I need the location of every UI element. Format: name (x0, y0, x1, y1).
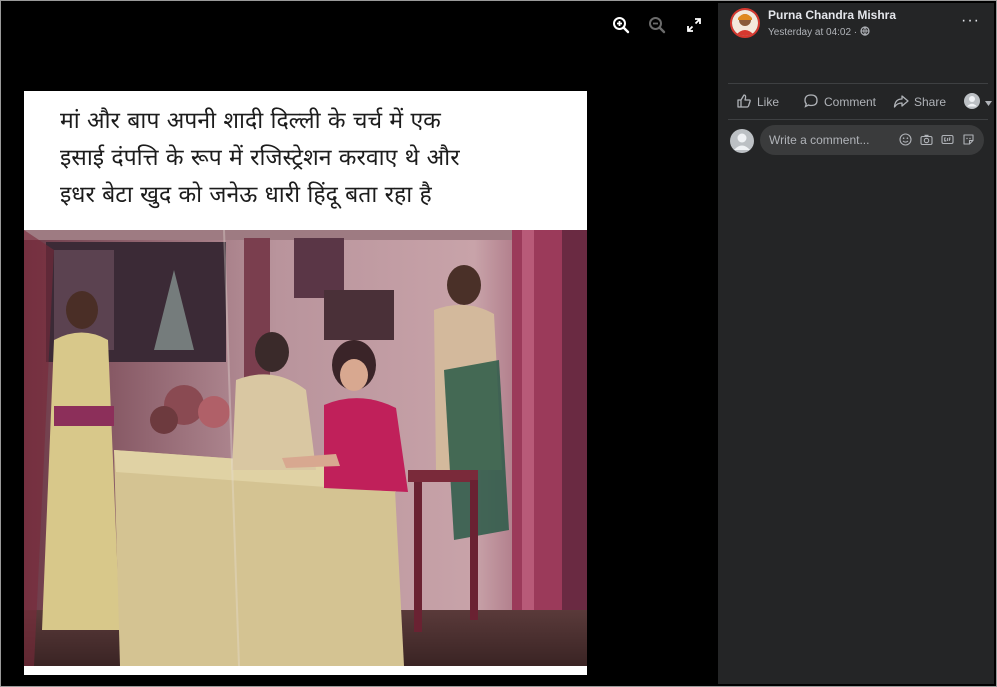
screenshot-frame: मां और बाप अपनी शादी दिल्ली के चर्च में … (0, 0, 997, 687)
author-avatar[interactable] (730, 8, 760, 38)
caption-line: इधर बेटा खुद को जनेऊ धारी हिंदू बता रहा … (60, 182, 432, 208)
comment-composer (718, 125, 994, 159)
zoom-in-icon[interactable] (609, 13, 633, 37)
like-label: Like (757, 95, 780, 109)
globe-icon (860, 26, 870, 39)
gif-icon[interactable] (940, 132, 955, 147)
comment-tools (898, 132, 976, 147)
comment-button[interactable]: Comment (803, 89, 876, 115)
profile-avatar-icon (964, 92, 980, 112)
post-actions: Like Comment Share (718, 89, 994, 115)
image-caption: मां और बाप अपनी शादी दिल्ली के चर्च में … (24, 91, 587, 230)
post-image: मां और बाप अपनी शादी दिल्ली के चर्च में … (24, 91, 587, 675)
zoom-out-icon[interactable] (645, 13, 669, 37)
comment-icon (803, 93, 819, 112)
camera-icon[interactable] (919, 132, 934, 147)
thumbs-up-icon (736, 93, 752, 112)
post-timestamp[interactable]: Yesterday at 04:02 · (768, 26, 870, 39)
fullscreen-icon[interactable] (682, 13, 706, 37)
emoji-icon[interactable] (898, 132, 913, 147)
caption-line: इसाई दंपत्ति के रूप में रजिस्ट्रेशन करवा… (60, 145, 460, 171)
sticker-icon[interactable] (961, 132, 976, 147)
author-name[interactable]: Purna Chandra Mishra (768, 8, 896, 22)
share-button[interactable]: Share (893, 89, 946, 115)
post-sidebar: Purna Chandra Mishra Yesterday at 04:02 … (718, 3, 994, 684)
timestamp-text: Yesterday at 04:02 · (768, 27, 858, 38)
photo-viewer: मां और बाप अपनी शादी दिल्ली के चर्च में … (3, 3, 718, 684)
wedding-registration-photo (24, 230, 587, 666)
share-label: Share (914, 95, 947, 109)
user-avatar (730, 129, 754, 153)
like-button[interactable]: Like (736, 89, 779, 115)
divider (728, 119, 988, 120)
post-header: Purna Chandra Mishra Yesterday at 04:02 … (718, 3, 994, 49)
reaction-profile-selector[interactable] (964, 89, 992, 115)
more-options-icon[interactable]: ··· (961, 12, 980, 30)
chevron-down-icon (985, 95, 992, 109)
share-icon (893, 93, 909, 112)
divider (728, 83, 988, 84)
comment-label: Comment (824, 95, 877, 109)
caption-line: मां और बाप अपनी शादी दिल्ली के चर्च में … (60, 108, 441, 134)
